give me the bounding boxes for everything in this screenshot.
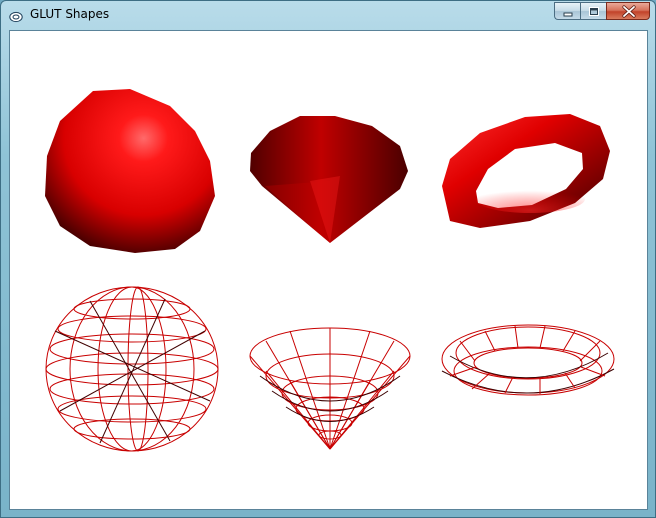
app-icon[interactable] bbox=[9, 8, 23, 23]
close-icon bbox=[622, 5, 636, 18]
wire-sphere bbox=[45, 286, 219, 452]
wire-cone bbox=[249, 327, 411, 450]
minimize-button[interactable] bbox=[554, 2, 580, 20]
render-canvas[interactable] bbox=[9, 30, 648, 510]
maximize-button[interactable] bbox=[580, 2, 606, 20]
minimize-icon bbox=[563, 12, 573, 17]
caption-buttons bbox=[554, 2, 650, 21]
wire-torus bbox=[441, 324, 615, 396]
title-bar[interactable]: GLUT Shapes bbox=[1, 1, 655, 29]
solid-torus bbox=[442, 114, 610, 228]
solid-sphere bbox=[45, 89, 215, 253]
window-title: GLUT Shapes bbox=[30, 7, 110, 21]
app-window: GLUT Shapes bbox=[0, 0, 656, 518]
maximize-icon bbox=[589, 7, 599, 16]
close-button[interactable] bbox=[606, 2, 650, 20]
solid-cone bbox=[250, 116, 408, 243]
